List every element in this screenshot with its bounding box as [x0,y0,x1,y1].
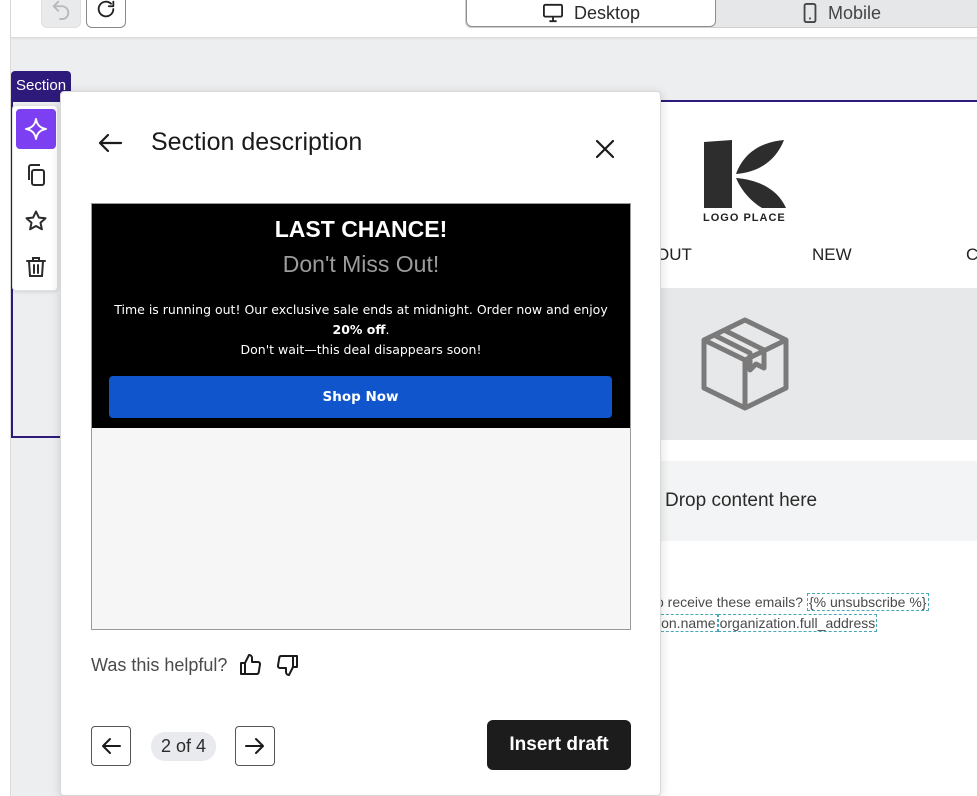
insert-draft-button[interactable]: Insert draft [487,720,631,770]
next-draft-button[interactable] [235,726,275,766]
undo-icon [52,0,70,20]
desktop-tab[interactable]: Desktop [466,0,716,27]
thumbs-down-icon [277,655,299,676]
nav-item-new[interactable]: NEW [812,245,852,265]
arrow-left-icon [98,133,123,153]
monitor-icon [542,3,563,23]
close-icon [595,139,615,159]
mobile-tab[interactable]: Mobile [716,0,977,27]
favorite-button[interactable] [16,201,56,241]
section-toolbar [12,105,58,291]
duplicate-button[interactable] [16,155,56,195]
drop-zone[interactable]: Drop content here [656,461,977,541]
org-address-tag[interactable]: organization.full_address [717,614,878,632]
hero-placeholder[interactable] [656,288,977,440]
previous-draft-button[interactable] [91,726,131,766]
helpful-label: Was this helpful? [91,654,228,675]
redo-icon [97,0,115,18]
draft-preview: LAST CHANCE! Don't Miss Out! Time is run… [91,203,631,630]
section-description-modal: Section description LAST CHANCE! Don't M… [60,91,661,796]
feedback-row: Was this helpful? [91,650,303,680]
promo-subheading: Don't Miss Out! [282,251,440,277]
promo-body-line2: Don't wait—this deal disappears soon! [240,342,482,357]
shop-now-button: Shop Now [109,376,612,418]
draft-counter: 2 of 4 [151,732,217,761]
email-canvas: LOGO PLACE OUT NEW C Drop content here o… [656,100,977,796]
copy-icon [28,164,45,186]
back-button[interactable] [95,128,125,158]
trash-icon [26,257,46,277]
promo-body: Time is running out! Our exclusive sale … [110,300,612,360]
close-button[interactable] [590,134,620,164]
footer-address: ion.name organization.full_address [656,614,878,632]
modal-title: Section description [151,128,363,156]
footer-unsubscribe: o receive these emails? {% unsubscribe %… [656,593,929,611]
thumbs-up-icon [240,654,262,675]
mobile-label: Mobile [828,2,882,23]
promo-body-text: Time is running out! Our exclusive sale … [114,302,608,317]
arrow-right-icon [245,738,264,754]
phone-icon [803,3,817,23]
logo-mark [704,140,786,208]
footer-text: o receive these emails? [656,594,804,610]
nav-item-c[interactable]: C [966,245,977,265]
thumbs-down-button[interactable] [273,650,303,680]
logo-text: LOGO PLACE [703,212,786,224]
arrow-left-icon [102,738,121,754]
box-icon [701,317,789,411]
redo-button[interactable] [86,0,126,28]
delete-button[interactable] [16,247,56,287]
sparkle-icon [25,118,47,140]
device-toggle: Desktop Mobile [465,0,977,28]
nav-item-out[interactable]: OUT [656,245,692,265]
promo-body-end: . [385,322,390,337]
undo-button[interactable] [41,0,81,28]
star-icon [25,210,47,231]
promo-section: LAST CHANCE! Don't Miss Out! Time is run… [92,204,630,428]
promo-discount: 20% off [332,322,386,337]
unsubscribe-tag[interactable]: {% unsubscribe %} [806,593,929,611]
promo-heading: LAST CHANCE! [274,216,448,242]
thumbs-up-button[interactable] [235,650,265,680]
ai-generate-button[interactable] [16,109,56,149]
left-gutter [0,0,11,796]
top-toolbar: Desktop Mobile [11,0,977,38]
org-name-tag[interactable]: ion.name [656,614,718,632]
desktop-label: Desktop [573,2,641,23]
